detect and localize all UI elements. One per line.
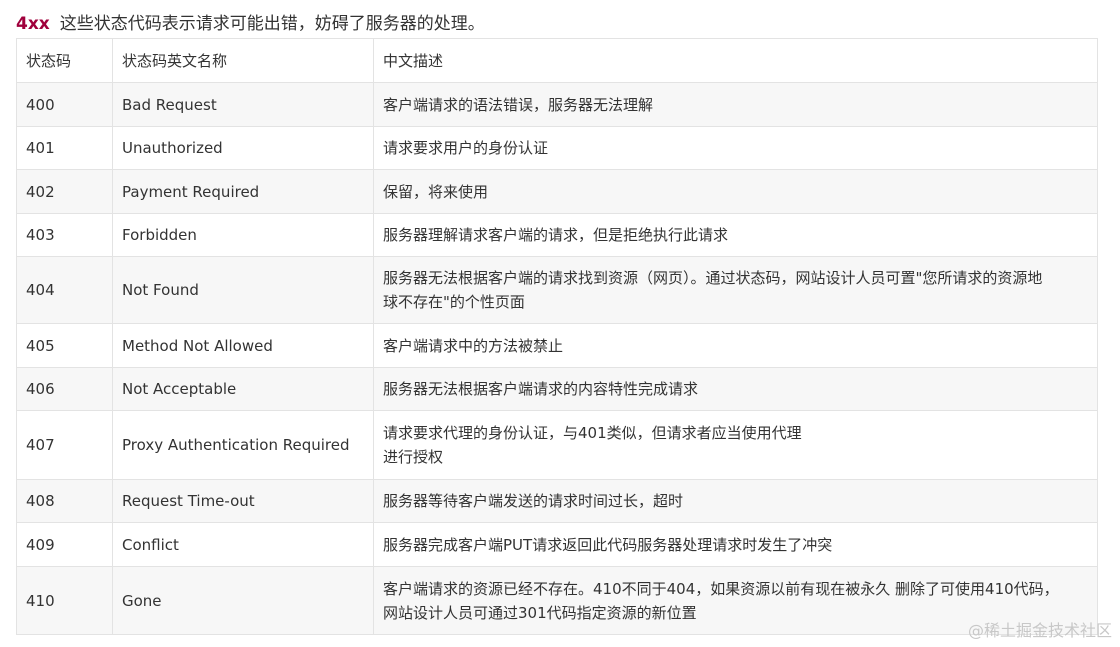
chinese-description-cell: 服务器无法根据客户端请求的内容特性完成请求 (373, 367, 1098, 411)
status-code-cell: 410 (16, 566, 113, 635)
table-row: 405 Method Not Allowed 客户端请求中的方法被禁止 (16, 323, 1098, 368)
header-cell-chinese-description: 中文描述 (373, 38, 1098, 83)
english-name-cell: Conflict (112, 522, 374, 567)
status-code-cell: 407 (16, 410, 113, 480)
status-code-cell: 403 (16, 213, 113, 257)
table-row: 410 Gone 客户端请求的资源已经不存在。410不同于404，如果资源以前有现在… (16, 566, 1098, 635)
header-cell-code: 状态码 (16, 38, 113, 83)
table-row: 401 Unauthorized 请求要求用户的身份认证 (16, 126, 1098, 170)
status-code-cell: 404 (16, 256, 113, 324)
chinese-description-cell: 服务器等待客户端发送的请求时间过长，超时 (373, 479, 1098, 523)
chinese-description-cell: 客户端请求中的方法被禁止 (373, 323, 1098, 368)
page: 4xx 这些状态代码表示请求可能出错，妨碍了服务器的处理。 状态码 状态码英文名称… (0, 0, 1120, 647)
table-row: 403 Forbidden 服务器理解请求客户端的请求，但是拒绝执行此请求 (16, 213, 1098, 257)
table-row: 404 Not Found 服务器无法根据客户端的请求找到资源（网页）。通过状态码，… (16, 256, 1098, 324)
english-name-cell: Not Found (112, 256, 374, 324)
description-line: 请求要求代理的身份认证，与401类似，但请求者应当使用代理 (383, 424, 802, 442)
chinese-description-cell: 服务器完成客户端PUT请求返回此代码服务器处理请求时发生了冲突 (373, 522, 1098, 567)
description-line: 服务器等待客户端发送的请求时间过长，超时 (383, 492, 684, 510)
english-name-cell: Not Acceptable (112, 367, 374, 411)
description-line: 进行授权 (383, 448, 444, 466)
table-row: 409 Conflict 服务器完成客户端PUT请求返回此代码服务器处理请求时发生了… (16, 522, 1098, 567)
chinese-description-cell: 服务器无法根据客户端的请求找到资源（网页）。通过状态码，网站设计人员可置"您所请… (373, 256, 1098, 324)
english-name-cell: Method Not Allowed (112, 323, 374, 368)
chinese-description-cell: 服务器理解请求客户端的请求，但是拒绝执行此请求 (373, 213, 1098, 257)
description-line: 保留，将来使用 (383, 182, 489, 201)
section-heading: 4xx 这些状态代码表示请求可能出错，妨碍了服务器的处理。 (16, 12, 485, 36)
status-code-cell: 406 (16, 367, 113, 411)
table-body: 状态码 状态码英文名称 中文描述 400 Bad Request 客户端请求的语法错… (16, 38, 1098, 635)
description-line: 服务器完成客户端PUT请求返回此代码服务器处理请求时发生了冲突 (383, 535, 833, 554)
description-line: 服务器无法根据客户端请求的内容特性完成请求 (383, 380, 699, 398)
english-name-cell: Gone (112, 566, 374, 635)
english-name-cell: Request Time-out (112, 479, 374, 523)
english-name-cell: Unauthorized (112, 126, 374, 170)
chinese-description-cell: 客户端请求的语法错误，服务器无法理解 (373, 82, 1098, 127)
description-line: 客户端请求的资源已经不存在。410不同于404，如果资源以前有现在被永久 删除了… (383, 579, 1059, 598)
description-line: 请求要求用户的身份认证 (383, 139, 549, 157)
section-description: 这些状态代码表示请求可能出错，妨碍了服务器的处理。 (59, 14, 485, 34)
description-line: 球不存在"的个性页面 (383, 293, 525, 311)
table-header-row: 状态码 状态码英文名称 中文描述 (16, 38, 1098, 83)
description-line: 客户端请求的语法错误，服务器无法理解 (383, 95, 654, 114)
status-code-cell: 405 (16, 323, 113, 368)
status-code-table: 状态码 状态码英文名称 中文描述 400 Bad Request 客户端请求的语法错… (16, 38, 1098, 635)
chinese-description-cell: 请求要求用户的身份认证 (373, 126, 1098, 170)
table-row: 402 Payment Required 保留，将来使用 (16, 169, 1098, 214)
table-row: 406 Not Acceptable 服务器无法根据客户端请求的内容特性完成请求 (16, 367, 1098, 411)
watermark: @稀土掘金技术社区 (967, 621, 1112, 640)
status-code-cell: 409 (16, 522, 113, 567)
description-line: 服务器理解请求客户端的请求，但是拒绝执行此请求 (383, 226, 729, 244)
description-line: 服务器无法根据客户端的请求找到资源（网页）。通过状态码，网站设计人员可置"您所请… (383, 269, 1043, 287)
chinese-description-cell: 请求要求代理的身份认证，与401类似，但请求者应当使用代理 进行授权 (373, 410, 1098, 480)
status-class-label: 4xx (16, 14, 50, 34)
english-name-cell: Forbidden (112, 213, 374, 257)
english-name-cell: Proxy Authentication Required (112, 410, 374, 480)
english-name-cell: Payment Required (112, 169, 374, 214)
header-cell-english-name: 状态码英文名称 (112, 38, 374, 83)
chinese-description-cell: 保留，将来使用 (373, 169, 1098, 214)
status-code-cell: 400 (16, 82, 113, 127)
status-code-cell: 401 (16, 126, 113, 170)
table-row: 400 Bad Request 客户端请求的语法错误，服务器无法理解 (16, 82, 1098, 127)
table-row: 408 Request Time-out 服务器等待客户端发送的请求时间过长，超时 (16, 479, 1098, 523)
status-code-cell: 402 (16, 169, 113, 214)
status-code-cell: 408 (16, 479, 113, 523)
description-line: 客户端请求中的方法被禁止 (383, 336, 564, 355)
english-name-cell: Bad Request (112, 82, 374, 127)
table-row: 407 Proxy Authentication Required 请求要求代理的身… (16, 410, 1098, 480)
